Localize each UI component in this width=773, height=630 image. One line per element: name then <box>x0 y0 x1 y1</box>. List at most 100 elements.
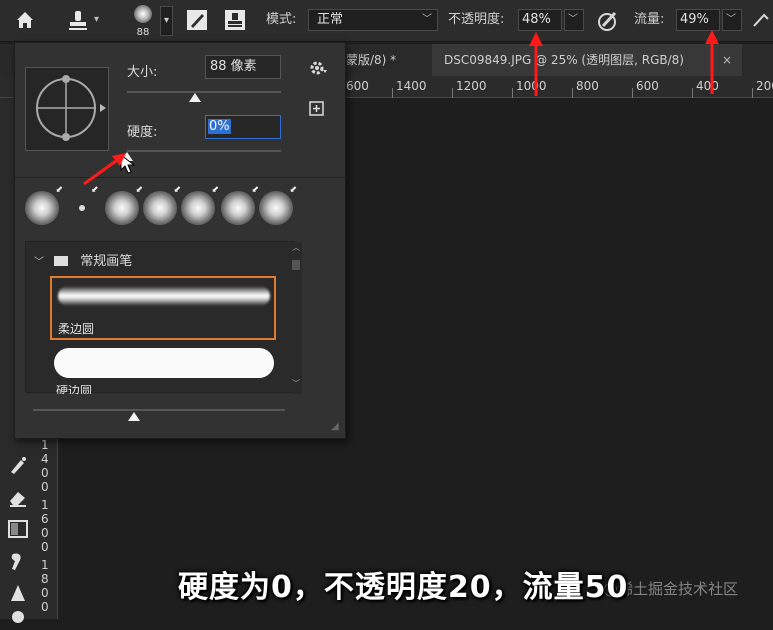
opacity-input[interactable]: 48% <box>518 9 562 31</box>
preview-size-slider-handle[interactable] <box>127 412 140 421</box>
hardness-value: 0% <box>208 119 231 134</box>
size-label: 大小: <box>127 65 158 80</box>
ruler-label: 6 <box>41 512 49 526</box>
close-icon[interactable]: × <box>722 44 732 76</box>
ruler-tick <box>692 88 693 98</box>
ruler-label: 1 <box>41 438 49 452</box>
size-input[interactable]: 88 像素 <box>205 55 281 79</box>
flow-value: 49% <box>680 12 709 27</box>
scrollbar-thumb[interactable] <box>292 260 300 270</box>
brush-preset-item-hard-round[interactable]: 硬边圆 <box>50 344 276 394</box>
opacity-dropdown-button[interactable]: ﹀ <box>564 9 584 31</box>
tab-label: DSC09849.JPG @ 25% (透明图层, RGB/8) <box>444 53 684 67</box>
ruler-label: 600 <box>636 79 659 93</box>
home-icon[interactable] <box>14 9 36 31</box>
brush-stroke-preview <box>58 286 270 306</box>
brush-preset-list: ﹀ 常规画笔 柔边圆 硬边圆 ︿ ﹀ <box>25 241 302 394</box>
ruler-label: 600 <box>346 79 369 93</box>
ruler-label: 800 <box>576 79 599 93</box>
chevron-down-icon: ﹀ <box>568 14 578 25</box>
recent-brush-tip[interactable]: ⬋ <box>259 185 297 225</box>
red-arrow-flow <box>705 30 719 94</box>
chevron-down-icon[interactable]: ﹀ <box>292 378 300 389</box>
ruler-tick <box>392 88 393 98</box>
recent-brush-tip[interactable]: ⬋ <box>25 185 63 225</box>
brush-name: 柔边圆 <box>58 322 95 336</box>
ruler-tick <box>512 88 513 98</box>
chevron-down-icon: ﹀ <box>34 257 44 268</box>
opacity-label: 不透明度: <box>448 12 505 27</box>
tool-preset-chevron-icon[interactable]: ▾ <box>94 14 99 25</box>
group-header[interactable]: ﹀ 常规画笔 <box>34 250 132 269</box>
opacity-value: 48% <box>522 12 551 27</box>
brush-angle-icon <box>36 75 106 141</box>
brush-size-readout: 88 <box>136 27 150 38</box>
brush-preset-item-soft-round[interactable]: 柔边圆 <box>50 276 276 340</box>
recent-brush-tip[interactable]: ⬋ <box>105 185 143 225</box>
recent-brush-tip[interactable]: ⬋ <box>181 185 219 225</box>
hardness-input[interactable]: 0% <box>205 115 281 139</box>
ruler-label: 0 <box>41 586 49 600</box>
airbrush-icon[interactable] <box>750 10 772 32</box>
recent-brush-tip[interactable]: ⬋ <box>221 185 259 225</box>
ruler-label: 4 <box>41 452 49 466</box>
chevron-up-icon[interactable]: ︿ <box>292 242 300 253</box>
pressure-opacity-icon[interactable] <box>596 9 620 33</box>
ruler-tick <box>572 88 573 98</box>
group-name: 常规画笔 <box>80 254 133 269</box>
ruler-label: 0 <box>41 526 49 540</box>
sharpen-tool-icon[interactable] <box>7 582 29 604</box>
ruler-tick <box>452 88 453 98</box>
ruler-label: 0 <box>41 600 49 614</box>
dodge-tool-icon[interactable] <box>7 608 29 630</box>
gear-icon[interactable] <box>309 59 327 77</box>
brush-preset-picker[interactable]: 88 <box>128 3 158 39</box>
chevron-down-icon: ﹀ <box>422 14 432 25</box>
mode-value: 正常 <box>317 12 344 27</box>
ruler-label: 0 <box>41 466 49 480</box>
recent-brush-tip[interactable]: ⬋ <box>143 185 181 225</box>
video-caption: 硬度为0，不透明度20，流量50 <box>178 570 629 605</box>
mode-dropdown[interactable]: 正常 ﹀ <box>308 9 438 31</box>
resize-grip-icon[interactable]: ◢ <box>331 421 339 432</box>
red-arrow-hardness <box>83 153 126 186</box>
brush-tool-icon[interactable] <box>66 8 90 32</box>
chevron-down-icon: ﹀ <box>726 14 736 25</box>
size-value: 88 像素 <box>210 59 257 74</box>
ruler-tick <box>752 88 753 98</box>
hardness-label: 硬度: <box>127 125 158 140</box>
ruler-label: 200 <box>756 79 773 93</box>
gradient-tool-icon[interactable] <box>7 518 29 540</box>
folder-icon <box>54 256 69 266</box>
ruler-label: 0 <box>41 480 49 494</box>
options-bar: ▾ 88 ▾ 模式: 正常 ﹀ 不透明度: 48% ﹀ 流量: 49% ﹀ <box>0 0 773 42</box>
brush-settings-icon[interactable] <box>186 9 208 31</box>
size-slider-handle[interactable] <box>188 93 201 102</box>
brush-preset-panel: 大小: 88 像素 硬度: 0% ⬋ ⬋ ⬋ ⬋ ⬋ ⬋ ⬋ ﹀ 常规画笔 柔边… <box>14 42 347 439</box>
recent-brush-tip[interactable] <box>79 205 85 211</box>
flow-label: 流量: <box>634 12 665 27</box>
ruler-tick <box>632 88 633 98</box>
brush-tool-icon[interactable] <box>7 454 29 476</box>
ruler-label: 1 <box>41 558 49 572</box>
list-scrollbar[interactable]: ︿ ﹀ <box>290 242 302 394</box>
ruler-label: 0 <box>41 540 49 554</box>
flow-dropdown-button[interactable]: ﹀ <box>722 9 742 31</box>
brush-tip-thumb-icon <box>134 5 152 23</box>
tab-dsc09849[interactable]: DSC09849.JPG @ 25% (透明图层, RGB/8) × <box>432 44 742 76</box>
clone-source-icon[interactable] <box>224 9 246 31</box>
preview-size-slider-track[interactable] <box>33 409 285 411</box>
ruler-label: 8 <box>41 572 49 586</box>
tab-mask-document[interactable]: 蒙版/8) * <box>346 44 430 76</box>
hardness-slider-track[interactable] <box>127 150 281 152</box>
smudge-tool-icon[interactable] <box>7 550 29 572</box>
ruler-label: 1400 <box>396 79 427 93</box>
brush-name: 硬边圆 <box>56 384 93 394</box>
new-preset-icon[interactable] <box>309 101 325 117</box>
brush-preset-dropdown-button[interactable]: ▾ <box>160 6 173 36</box>
mode-label: 模式: <box>266 12 297 27</box>
eraser-tool-icon[interactable] <box>7 486 29 508</box>
ruler-label: 1200 <box>456 79 487 93</box>
brush-angle-preview[interactable] <box>25 67 109 151</box>
size-slider-track[interactable] <box>127 91 281 93</box>
